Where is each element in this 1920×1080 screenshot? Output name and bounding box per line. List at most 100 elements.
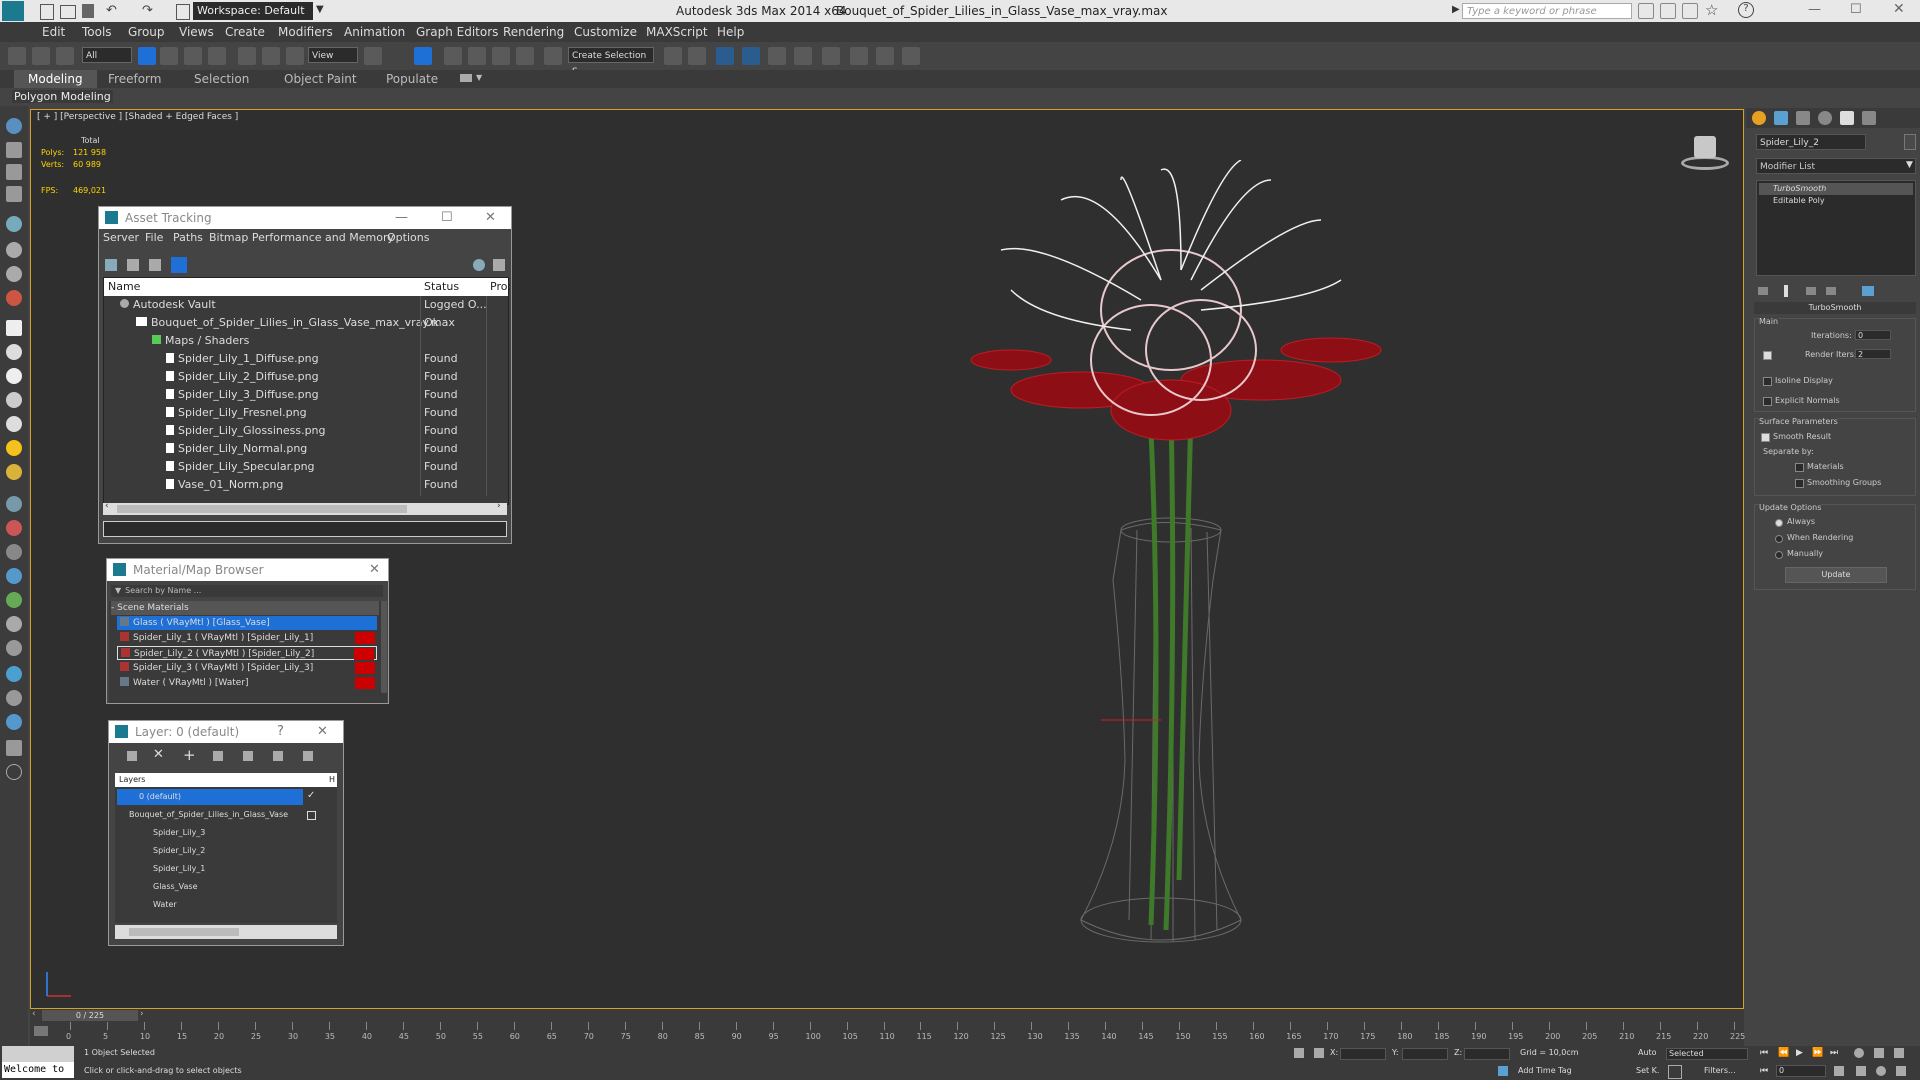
list-icon[interactable] xyxy=(6,164,22,180)
next-key-icon[interactable]: ⏩ xyxy=(1812,1048,1823,1058)
subscription-icon[interactable] xyxy=(1660,3,1676,19)
polygon-modeling-label[interactable]: Polygon Modeling xyxy=(12,90,113,103)
smooth-result-checkbox[interactable] xyxy=(1761,433,1770,442)
maximize-icon[interactable]: ☐ xyxy=(441,207,453,229)
asset-path-field[interactable] xyxy=(103,521,507,537)
prev-key-icon[interactable]: ⏪ xyxy=(1778,1048,1789,1058)
horizontal-scrollbar[interactable] xyxy=(115,925,337,939)
turbosmooth-rollout-header[interactable]: TurboSmooth xyxy=(1754,302,1916,314)
key-mode-toggle-icon[interactable]: ⏮ xyxy=(1760,1066,1768,1076)
spider-lily-bouquet-render[interactable] xyxy=(861,160,1461,1000)
sphere-primitive-icon[interactable] xyxy=(6,344,22,360)
table-row[interactable]: Bouquet_of_Spider_Lilies_in_Glass_Vase_m… xyxy=(136,314,506,332)
layer-manager-icon[interactable] xyxy=(716,47,734,65)
render-iters-spinner[interactable]: 2 xyxy=(1855,349,1891,359)
table-row[interactable]: Spider_Lily_1_Diffuse.png Found xyxy=(166,350,506,368)
utilities-tab-icon[interactable] xyxy=(1862,111,1876,125)
stack-item-editable-poly[interactable]: Editable Poly xyxy=(1759,195,1913,207)
tab-populate[interactable]: Populate xyxy=(372,70,452,88)
minimize-icon[interactable]: — xyxy=(395,207,408,229)
asset-tracking-titlebar[interactable]: Asset Tracking — ☐ ✕ xyxy=(99,207,511,229)
schematic-view-icon[interactable] xyxy=(794,47,812,65)
material-browser-titlebar[interactable]: Material/Map Browser ✕ xyxy=(107,559,388,581)
scale-icon[interactable] xyxy=(286,47,304,65)
always-radio[interactable] xyxy=(1775,519,1783,527)
list-item[interactable]: 0 (default) xyxy=(117,789,303,805)
hammer-icon[interactable] xyxy=(6,616,22,632)
align-icon[interactable] xyxy=(688,47,706,65)
globe-icon[interactable] xyxy=(6,568,22,584)
motion-tab-icon[interactable] xyxy=(1818,111,1832,125)
make-unique-icon[interactable] xyxy=(1806,287,1816,295)
tree-view-icon[interactable] xyxy=(171,257,187,273)
warp-icon[interactable] xyxy=(6,290,22,306)
add-to-layer-icon[interactable]: + xyxy=(183,746,196,764)
time-slider-thumb[interactable]: 0 / 225 xyxy=(42,1010,138,1021)
binoculars-icon[interactable] xyxy=(1638,3,1654,19)
list-item[interactable]: Spider_Lily_1 ( VRayMtl ) [Spider_Lily_1… xyxy=(117,631,377,645)
tree-icon[interactable] xyxy=(6,592,22,608)
update-button[interactable]: Update xyxy=(1785,567,1887,583)
communication-center-icon[interactable] xyxy=(1682,3,1698,19)
table-row[interactable]: Vase_01_Norm.png Found xyxy=(166,476,506,494)
time-config-icon[interactable] xyxy=(1834,1066,1844,1076)
list-item[interactable]: Spider_Lily_2 xyxy=(153,843,303,859)
window-crossing-icon[interactable] xyxy=(208,47,226,65)
cylinder-primitive-icon[interactable] xyxy=(6,368,22,384)
redo-icon[interactable]: ↷ xyxy=(142,3,153,18)
materials-checkbox[interactable] xyxy=(1795,463,1804,472)
object-color-swatch[interactable] xyxy=(1904,134,1916,150)
table-view-icon[interactable] xyxy=(149,259,161,271)
next-frame-icon[interactable]: › xyxy=(140,1009,144,1019)
menu-server[interactable]: Server xyxy=(103,231,139,244)
display-tab-icon[interactable] xyxy=(1840,111,1854,125)
select-manipulate-icon[interactable] xyxy=(414,47,432,65)
pivot-center-icon[interactable] xyxy=(364,47,382,65)
absolute-mode-icon[interactable] xyxy=(1314,1048,1324,1058)
menu-group[interactable]: Group xyxy=(128,25,165,39)
mirror-icon[interactable] xyxy=(664,47,682,65)
rotate-icon[interactable] xyxy=(262,47,280,65)
set-key-button[interactable]: Set K. xyxy=(1636,1066,1659,1075)
named-selection-dropdown[interactable]: Create Selection S xyxy=(568,47,654,77)
table-row[interactable]: Spider_Lily_2_Diffuse.png Found xyxy=(166,368,506,386)
box-primitive-icon[interactable] xyxy=(6,320,22,336)
sun-icon[interactable] xyxy=(6,464,22,480)
percent-snap-icon[interactable] xyxy=(492,47,510,65)
rendered-frame-window-icon[interactable] xyxy=(876,47,894,65)
go-to-end-icon[interactable]: ⏭ xyxy=(1830,1048,1838,1058)
list-item[interactable]: Spider_Lily_2 ( VRayMtl ) [Spider_Lily_2… xyxy=(117,646,377,660)
panel-icon[interactable] xyxy=(6,740,22,756)
list-item[interactable]: Bouquet_of_Spider_Lilies_in_Glass_Vase xyxy=(129,807,309,823)
close-icon[interactable]: ✕ xyxy=(485,207,496,229)
display-icon[interactable] xyxy=(6,714,22,730)
spinner-snap-icon[interactable] xyxy=(516,47,534,65)
snaps-toggle-icon[interactable] xyxy=(444,47,462,65)
iterations-spinner[interactable]: 0 xyxy=(1855,330,1891,340)
track-bar-key-icon[interactable] xyxy=(34,1026,48,1036)
save-file-icon[interactable] xyxy=(82,4,94,18)
tab-modeling[interactable]: Modeling xyxy=(14,70,97,88)
minimize-icon[interactable]: — xyxy=(1808,2,1821,17)
menu-modifiers[interactable]: Modifiers xyxy=(278,25,333,39)
list-item[interactable]: Water xyxy=(153,897,303,913)
ribbon-options-icon[interactable] xyxy=(460,74,472,82)
select-and-link-icon[interactable] xyxy=(8,47,26,65)
modify-tab-icon[interactable] xyxy=(1774,111,1788,125)
viewport-label[interactable]: [ + ] [Perspective ] [Shaded + Edged Fac… xyxy=(37,112,238,122)
scene-materials-group[interactable]: - Scene Materials xyxy=(111,601,379,615)
explicit-normals-checkbox[interactable] xyxy=(1763,397,1772,406)
col-name[interactable]: Name xyxy=(108,280,140,293)
paint-icon[interactable] xyxy=(6,520,22,536)
brush-icon[interactable] xyxy=(6,496,22,512)
time-slider[interactable]: ‹ 0 / 225 › xyxy=(30,1009,1744,1022)
list-item[interactable]: Water ( VRayMtl ) [Water] xyxy=(117,676,377,690)
active-layer-check-icon[interactable]: ✓ xyxy=(307,790,315,801)
zoom-icon[interactable] xyxy=(1854,1048,1864,1058)
modifier-icon[interactable] xyxy=(6,544,22,560)
refresh-icon[interactable] xyxy=(105,259,117,271)
person-icon[interactable] xyxy=(6,216,22,232)
horizontal-scrollbar[interactable]: ‹ › xyxy=(103,501,507,515)
close-icon[interactable]: ✕ xyxy=(1893,1,1905,17)
manually-radio[interactable] xyxy=(1775,551,1783,559)
